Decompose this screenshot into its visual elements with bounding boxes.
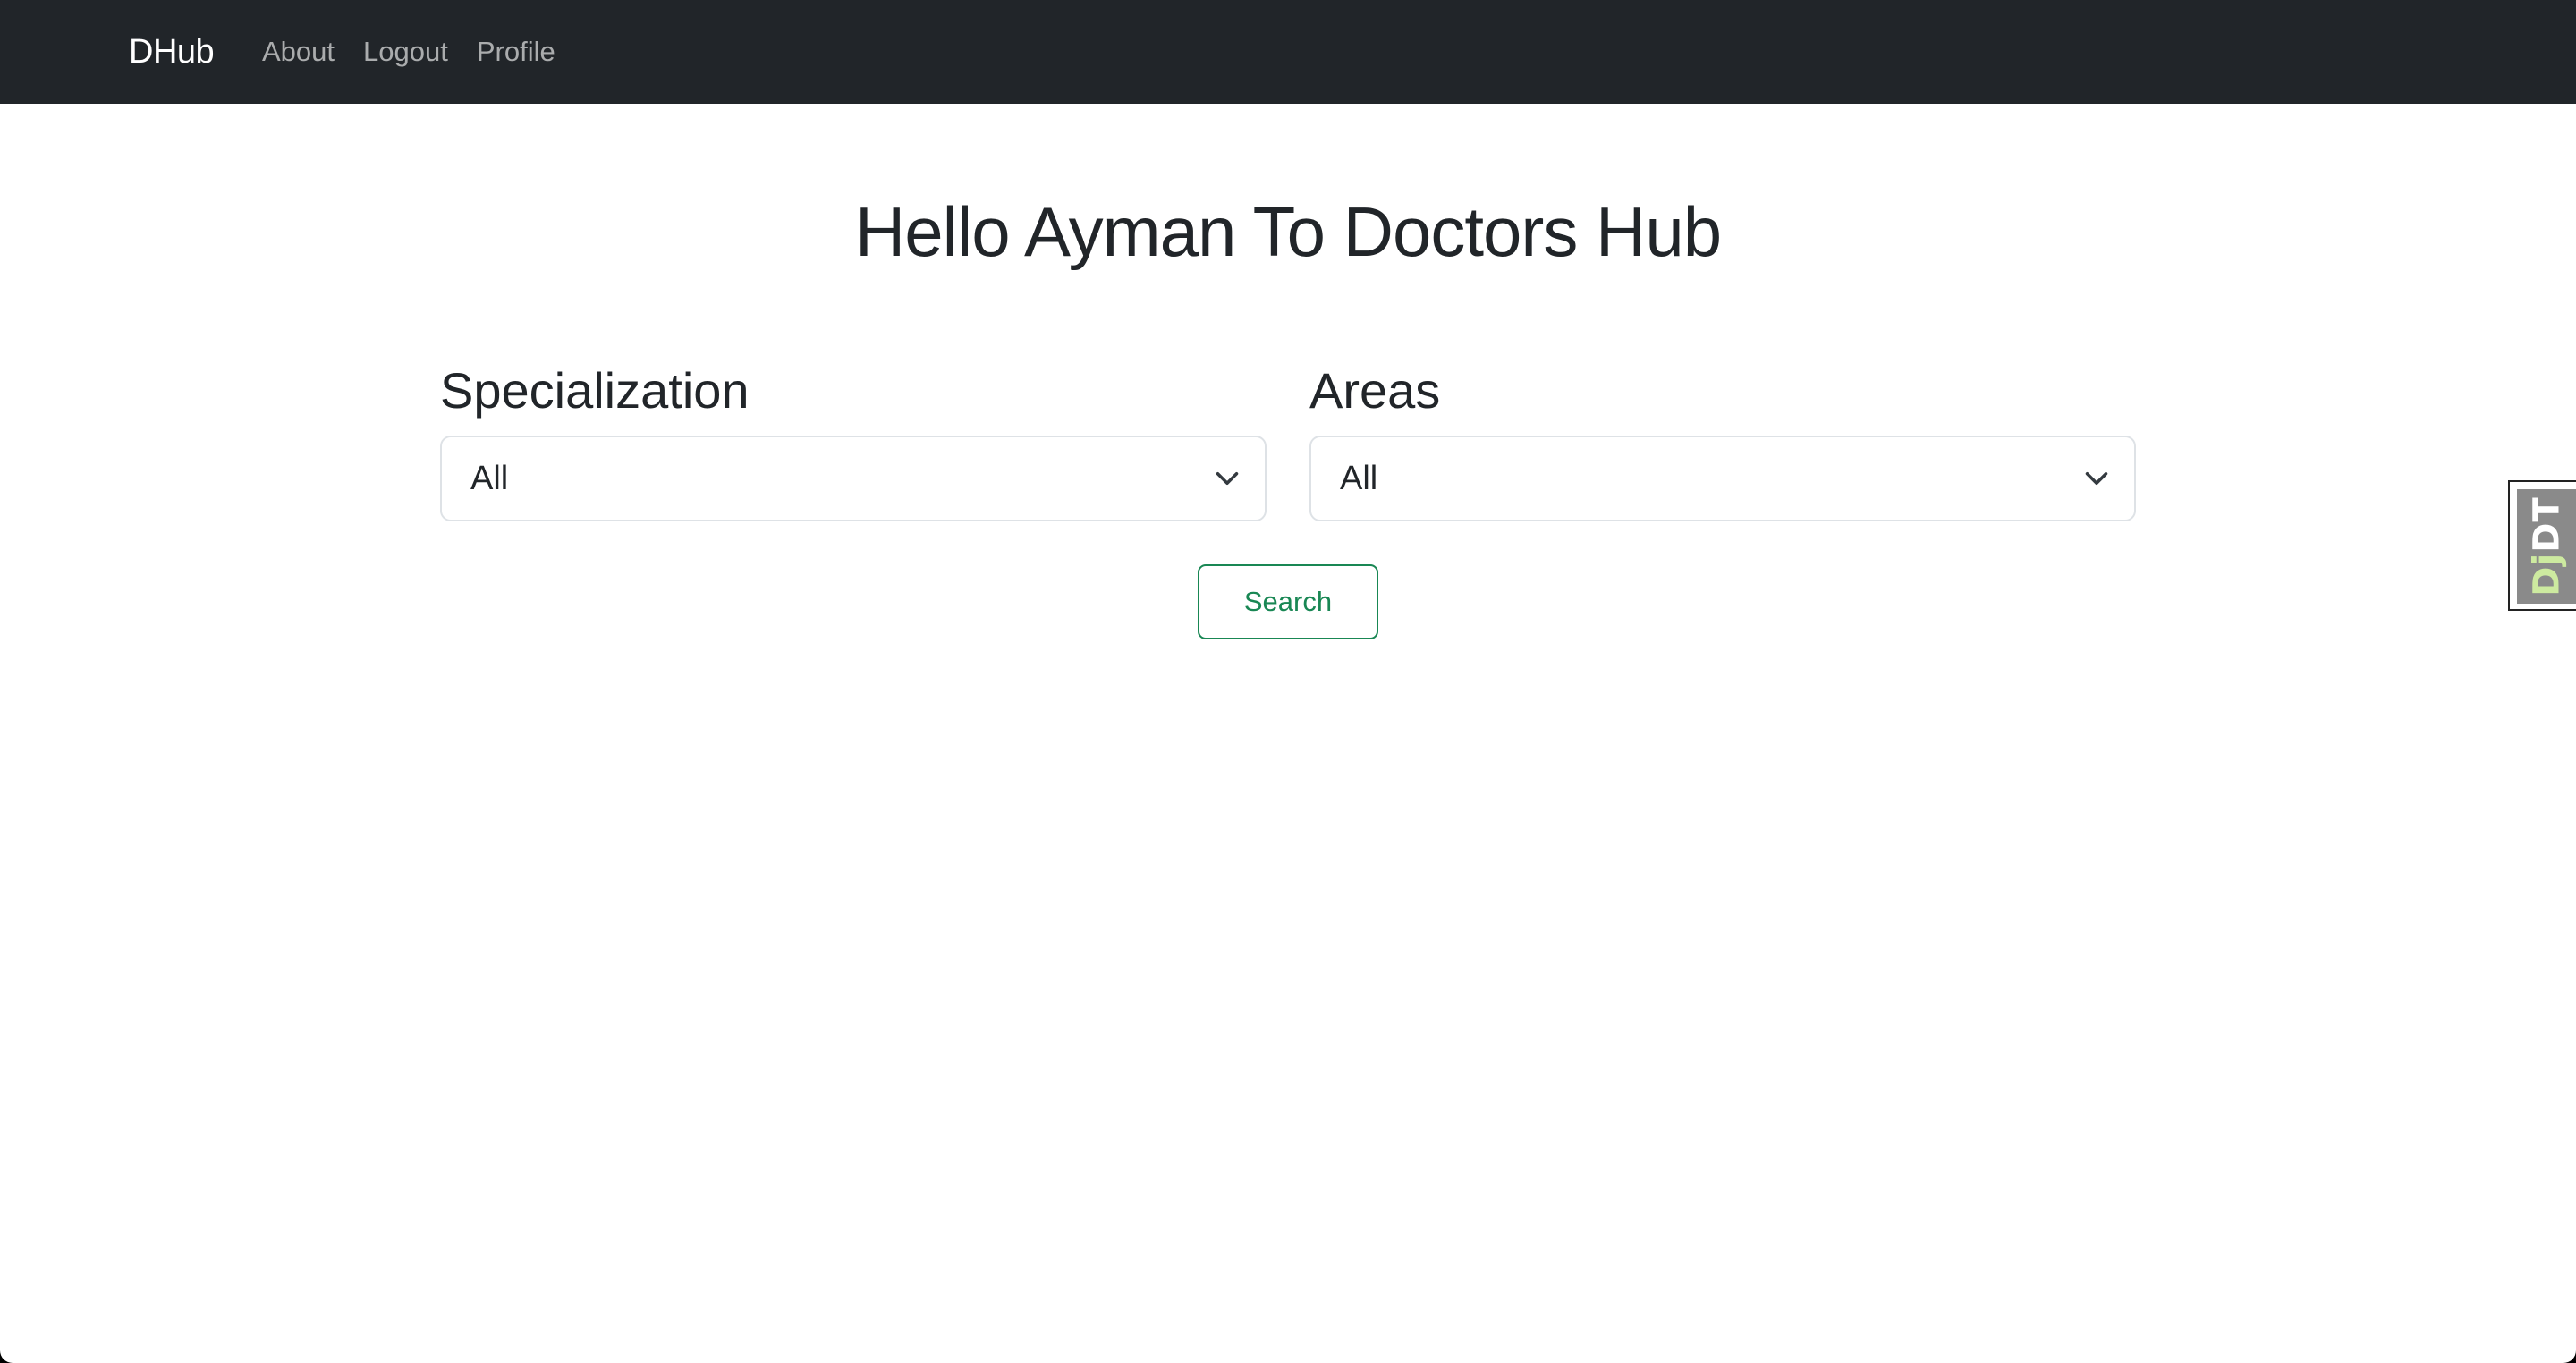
debug-toolbar-handle-prefix: Dj	[2527, 552, 2569, 597]
nav-link-about[interactable]: About	[262, 36, 335, 68]
browser-viewport: DHub About Logout Profile Hello Ayman To…	[0, 0, 2576, 1363]
specialization-select[interactable]: All	[440, 436, 1267, 521]
debug-toolbar-handle-body: DjDT	[2517, 489, 2576, 604]
debug-toolbar-handle-suffix: DT	[2527, 496, 2569, 553]
nav-links: About Logout Profile	[262, 0, 555, 104]
top-navbar: DHub About Logout Profile	[0, 0, 2576, 104]
brand-link[interactable]: DHub	[129, 0, 215, 104]
debug-toolbar-handle-label: DjDT	[2527, 496, 2568, 596]
nav-link-profile[interactable]: Profile	[477, 36, 555, 68]
areas-label: Areas	[1309, 362, 1441, 419]
chevron-down-icon	[2085, 472, 2108, 485]
debug-toolbar-handle[interactable]: DjDT	[2508, 480, 2576, 611]
specialization-selected-value: All	[470, 459, 509, 497]
search-button[interactable]: Search	[1198, 564, 1378, 639]
areas-select[interactable]: All	[1309, 436, 2136, 521]
chevron-down-icon	[1216, 472, 1239, 485]
page-title: Hello Ayman To Doctors Hub	[854, 192, 1722, 271]
nav-link-logout[interactable]: Logout	[363, 36, 448, 68]
areas-selected-value: All	[1340, 459, 1378, 497]
specialization-label: Specialization	[440, 362, 750, 419]
